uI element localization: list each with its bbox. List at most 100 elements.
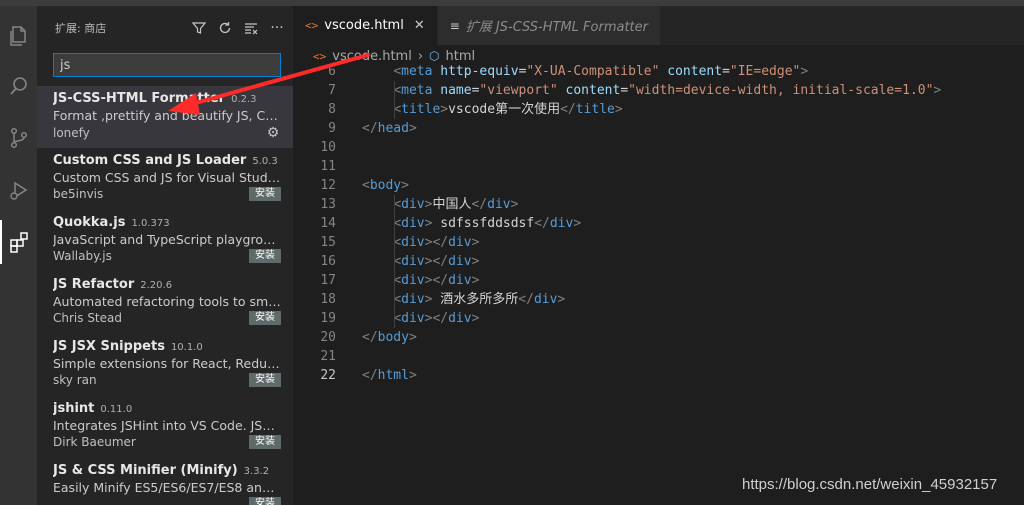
tab-extension-preview[interactable]: ≡ 扩展 JS-CSS-HTML Formatter xyxy=(437,6,661,45)
extension-name: jshint xyxy=(53,401,95,416)
extension-description: Custom CSS and JS for Visual Studio C... xyxy=(53,170,281,185)
extension-author: be5invis xyxy=(53,187,104,201)
run-debug-icon[interactable] xyxy=(0,168,37,212)
tab-label: vscode.html xyxy=(324,18,404,33)
sidebar-title: 扩展: 商店 xyxy=(55,22,107,35)
code-text: <meta http-equiv="X-UA-Compatible" conte… xyxy=(393,64,809,79)
explorer-icon[interactable] xyxy=(0,14,37,58)
line-number: 9 xyxy=(328,121,336,136)
code-line[interactable]: 12 <body> xyxy=(293,176,1024,195)
watermark: https://blog.csdn.net/weixin_45932157 xyxy=(742,476,998,493)
extension-version: 2.20.6 xyxy=(140,280,173,291)
search-icon[interactable] xyxy=(0,64,37,108)
line-number: 18 xyxy=(320,292,336,307)
code-line[interactable]: 14 <div> sdfssfddsdsf</div> xyxy=(293,214,1024,233)
install-button[interactable]: 安装 xyxy=(249,373,281,387)
line-number: 8 xyxy=(328,102,336,117)
code-line[interactable]: 13 <div>中国人</div> xyxy=(293,195,1024,214)
editor-area: <> vscode.html ✕ ≡ 扩展 JS-CSS-HTML Format… xyxy=(293,6,1024,505)
code-text: <body> xyxy=(362,178,409,193)
line-number: 7 xyxy=(328,83,336,98)
code-line[interactable]: 9 </head> xyxy=(293,119,1024,138)
clear-results-icon[interactable] xyxy=(243,20,259,36)
tab-vscode-html[interactable]: <> vscode.html ✕ xyxy=(293,6,438,45)
extension-description: JavaScript and TypeScript playground ... xyxy=(53,232,281,247)
extension-search-input[interactable] xyxy=(53,53,281,77)
code-text: <div></div> xyxy=(393,311,480,326)
code-line[interactable]: 21 xyxy=(293,347,1024,366)
code-line[interactable]: 8 <title>vscode第一次使用</title> xyxy=(293,100,1024,119)
code-line[interactable]: 20 </body> xyxy=(293,328,1024,347)
code-line[interactable]: 19 <div></div> xyxy=(293,309,1024,328)
install-button[interactable]: 安装 xyxy=(249,187,281,201)
install-button[interactable]: 安装 xyxy=(249,435,281,449)
extension-item[interactable]: JS & CSS Minifier (Minify) 3.3.2 Easily Mi… xyxy=(37,458,293,505)
line-number: 17 xyxy=(320,273,336,288)
more-actions-icon[interactable]: ··· xyxy=(269,20,285,36)
extension-description: Easily Minify ES5/ES6/ES7/ES8 and CS... xyxy=(53,480,281,495)
line-number: 6 xyxy=(328,64,336,79)
line-number: 19 xyxy=(320,311,336,326)
extension-item[interactable]: jshint 0.11.0 Integrates JSHint into VS Co… xyxy=(37,396,293,458)
refresh-icon[interactable] xyxy=(217,20,233,36)
close-icon[interactable]: ✕ xyxy=(414,18,425,33)
line-number: 16 xyxy=(320,254,336,269)
extension-description: Simple extensions for React, Redux in ..… xyxy=(53,356,281,371)
line-number: 21 xyxy=(320,349,336,364)
extension-list: JS-CSS-HTML Formatter 0.2.3 Format ,pretti… xyxy=(37,86,293,505)
symbol-element-icon: ⬡ xyxy=(429,49,440,63)
extension-version: 1.0.373 xyxy=(131,218,170,229)
tab-label: 扩展 JS-CSS-HTML Formatter xyxy=(465,20,648,35)
code-line[interactable]: 10 xyxy=(293,138,1024,157)
extension-name: JS Refactor xyxy=(53,277,135,292)
code-line[interactable]: 11 xyxy=(293,157,1024,176)
line-number: 22 xyxy=(320,368,336,383)
install-button[interactable]: 安装 xyxy=(249,249,281,263)
install-button[interactable]: 安装 xyxy=(249,497,281,505)
code-line[interactable]: 18 <div> 酒水多所多所</div> xyxy=(293,290,1024,309)
extension-author: Chris Stead xyxy=(53,311,122,325)
code-line[interactable]: 16 <div></div> xyxy=(293,252,1024,271)
extension-item[interactable]: Custom CSS and JS Loader 5.0.3 Custom CSS … xyxy=(37,148,293,210)
code-line[interactable]: 22 </html> xyxy=(293,366,1024,385)
sidebar-header: 扩展: 商店 ··· xyxy=(37,6,293,50)
activity-bar xyxy=(0,6,37,505)
code-line[interactable]: 7 <meta name="viewport" content="width=d… xyxy=(293,81,1024,100)
extension-item[interactable]: JS Refactor 2.20.6 Automated refactoring t… xyxy=(37,272,293,334)
extension-author: lonefy xyxy=(53,126,90,140)
extension-version: 3.3.2 xyxy=(243,466,270,477)
extension-version: 0.11.0 xyxy=(100,404,133,415)
extension-author: Wallaby.js xyxy=(53,249,112,263)
extension-item[interactable]: Quokka.js 1.0.373 JavaScript and TypeScrip… xyxy=(37,210,293,272)
code-text: <title>vscode第一次使用</title> xyxy=(393,102,623,117)
indent-guide xyxy=(394,195,395,328)
code-text: <div>中国人</div> xyxy=(393,197,519,212)
code-line[interactable]: 17 <div></div> xyxy=(293,271,1024,290)
extension-description: Integrates JSHint into VS Code. JSHint..… xyxy=(53,418,281,433)
line-number: 15 xyxy=(320,235,336,250)
extension-version: 5.0.3 xyxy=(252,156,278,167)
filter-icon[interactable] xyxy=(191,20,207,36)
code-line[interactable]: 6 <meta http-equiv="X-UA-Compatible" con… xyxy=(293,62,1024,81)
code-text: <div></div> xyxy=(393,235,480,250)
code-line[interactable]: 15 <div></div> xyxy=(293,233,1024,252)
extension-author: Dirk Baeumer xyxy=(53,435,136,449)
gear-icon[interactable]: ⚙ xyxy=(265,125,281,141)
code-editor[interactable]: 6 <meta http-equiv="X-UA-Compatible" con… xyxy=(293,62,1024,385)
code-text: </body> xyxy=(362,330,417,345)
line-number: 20 xyxy=(320,330,336,345)
line-number: 12 xyxy=(320,178,336,193)
extension-item[interactable]: JS-CSS-HTML Formatter 0.2.3 Format ,pretti… xyxy=(37,86,293,148)
source-control-icon[interactable] xyxy=(0,116,37,160)
extension-name: JS-CSS-HTML Formatter xyxy=(53,91,226,106)
code-text: </head> xyxy=(362,121,417,136)
code-text: </html> xyxy=(362,368,417,383)
extension-item[interactable]: JS JSX Snippets 10.1.0 Simple extensions f… xyxy=(37,334,293,396)
extension-version: 10.1.0 xyxy=(170,342,203,353)
install-button[interactable]: 安装 xyxy=(249,311,281,325)
extension-description: Automated refactoring tools to smoot... xyxy=(53,294,281,309)
extensions-icon[interactable] xyxy=(0,220,37,264)
line-number: 14 xyxy=(320,216,336,231)
indent-guide xyxy=(394,81,395,119)
extension-version: 0.2.3 xyxy=(231,94,257,105)
